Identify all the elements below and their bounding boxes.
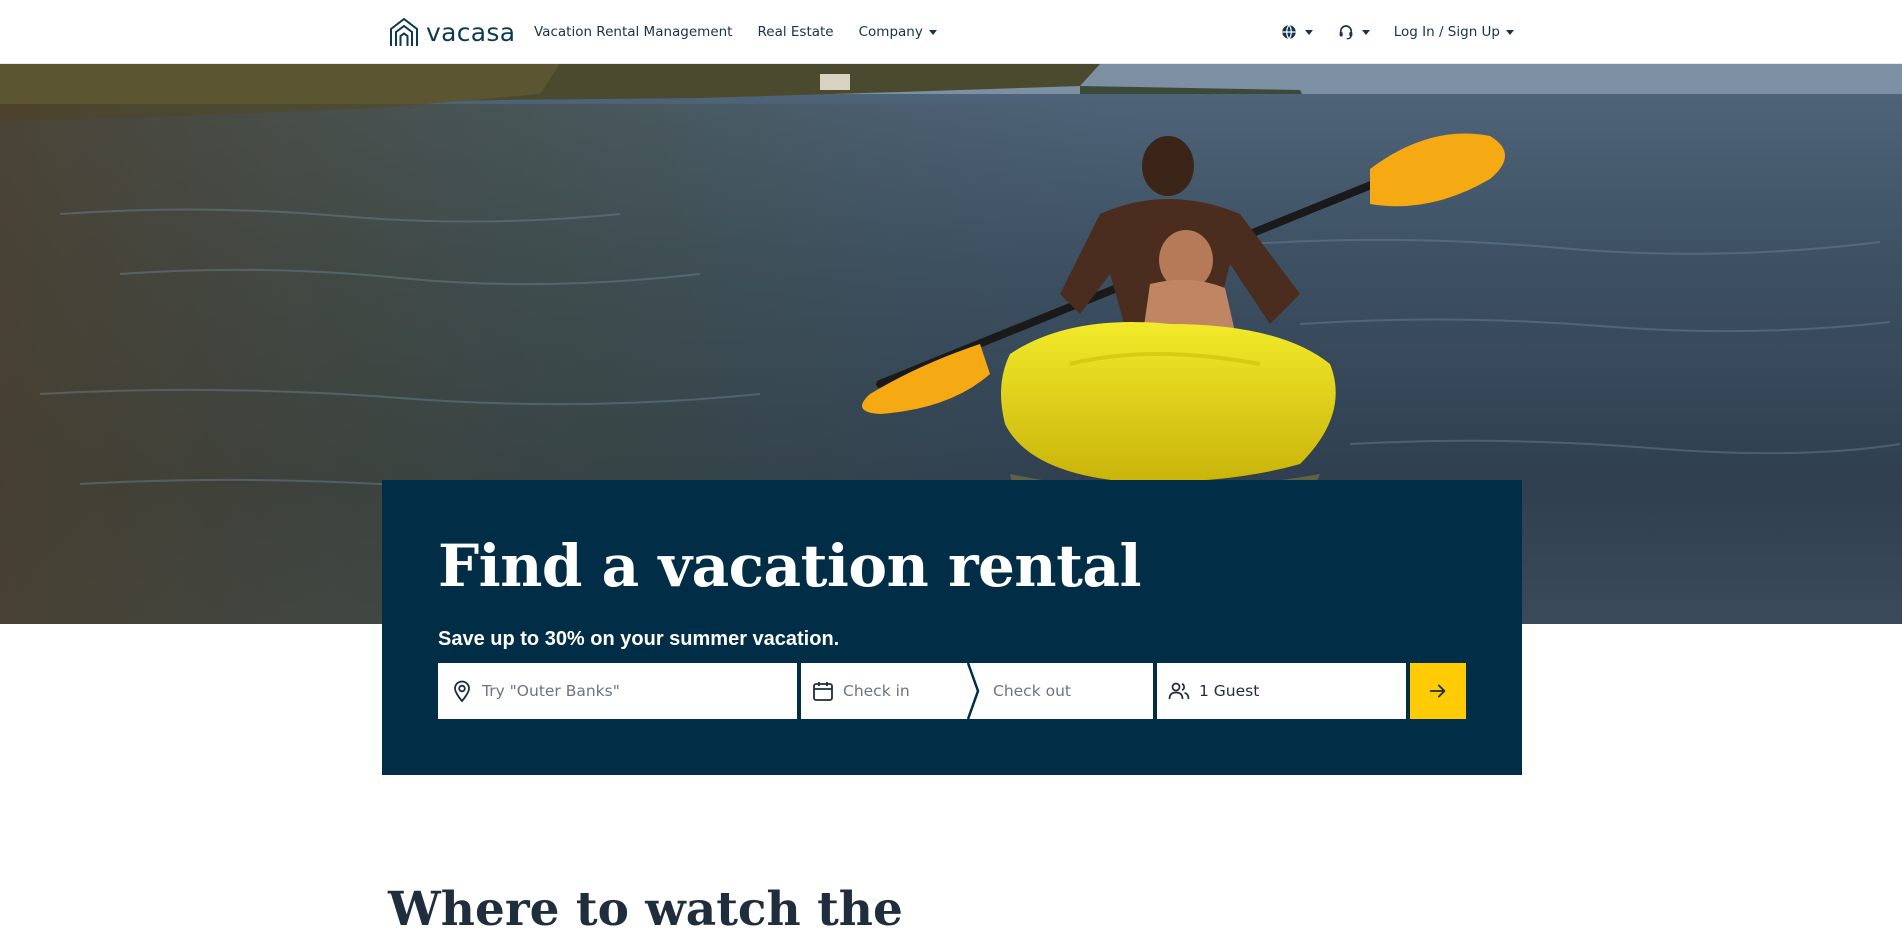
house-logo-icon bbox=[390, 17, 418, 46]
search-card: Find a vacation rental Save up to 30% on… bbox=[382, 480, 1522, 775]
arrow-right-icon bbox=[1429, 684, 1446, 698]
nav-real-estate[interactable]: Real Estate bbox=[757, 24, 833, 40]
site-header: vacasa Vacation Rental Management Real E… bbox=[0, 0, 1902, 64]
hero-subtitle: Save up to 30% on your summer vacation. bbox=[438, 628, 840, 650]
check-in-field[interactable]: Check in bbox=[801, 663, 969, 719]
map-pin-icon bbox=[454, 680, 470, 703]
caret-down-icon bbox=[1506, 29, 1514, 35]
login-signup-label: Log In / Sign Up bbox=[1393, 24, 1500, 40]
headset-icon bbox=[1339, 25, 1353, 40]
utility-nav: Log In / Sign Up bbox=[1280, 0, 1514, 64]
search-submit-button[interactable] bbox=[1410, 663, 1466, 719]
section-title: Where to watch the bbox=[388, 882, 903, 937]
globe-icon bbox=[1281, 24, 1296, 40]
logo-text: vacasa bbox=[426, 17, 516, 47]
caret-down-icon bbox=[1361, 29, 1370, 35]
guests-value: 1 Guest bbox=[1199, 682, 1260, 700]
calendar-icon bbox=[813, 682, 833, 701]
check-out-field[interactable]: Check out bbox=[969, 663, 1153, 719]
date-separator-chevron-icon bbox=[966, 663, 980, 719]
people-icon bbox=[1168, 682, 1190, 700]
caret-down-icon bbox=[928, 29, 937, 35]
language-selector[interactable] bbox=[1280, 23, 1313, 41]
nav-company-dropdown[interactable]: Company bbox=[859, 24, 937, 40]
guests-selector[interactable]: 1 Guest bbox=[1157, 663, 1406, 719]
destination-input[interactable]: Try "Outer Banks" bbox=[438, 663, 797, 719]
hero-title: Find a vacation rental bbox=[438, 532, 1141, 600]
support-selector[interactable] bbox=[1337, 23, 1370, 41]
nav-company-label: Company bbox=[858, 24, 923, 40]
nav-vacation-rental-management[interactable]: Vacation Rental Management bbox=[534, 24, 732, 40]
main-nav: Vacation Rental Management Real Estate C… bbox=[534, 0, 937, 64]
check-in-placeholder: Check in bbox=[843, 682, 910, 700]
destination-placeholder: Try "Outer Banks" bbox=[482, 682, 620, 700]
check-out-placeholder: Check out bbox=[993, 682, 1071, 700]
login-signup-dropdown[interactable]: Log In / Sign Up bbox=[1394, 24, 1514, 40]
caret-down-icon bbox=[1304, 29, 1313, 35]
vacasa-logo[interactable]: vacasa bbox=[388, 15, 515, 49]
